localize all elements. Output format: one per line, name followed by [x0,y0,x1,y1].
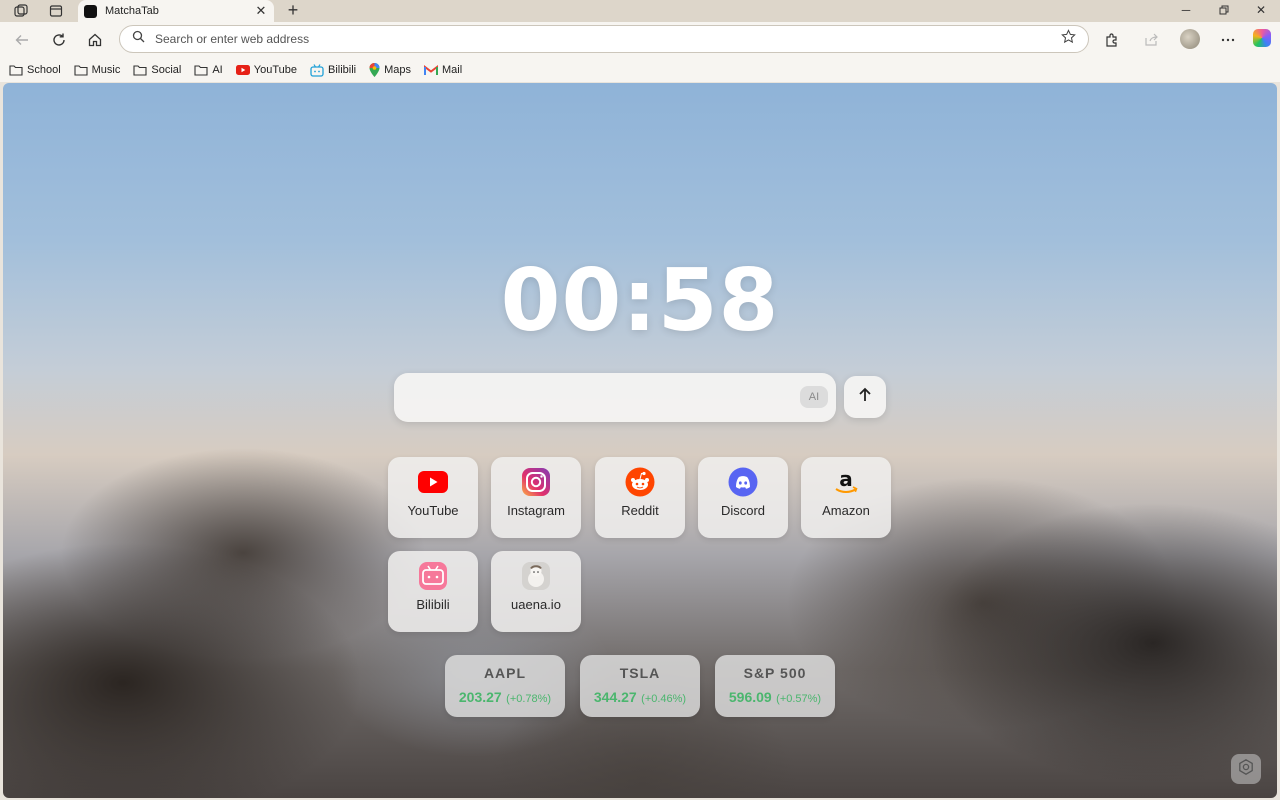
shortcut-label: YouTube [407,503,459,518]
favorite-star-icon[interactable] [1061,29,1076,49]
bookmark-label: School [27,64,61,76]
close-window-icon[interactable]: ✕ [1242,0,1280,20]
new-tab-icon[interactable]: + [284,0,302,20]
bookmark-label: Bilibili [327,64,357,76]
tab-actions-icon[interactable] [47,2,65,20]
bookmark-youtube[interactable]: YouTube [235,64,297,76]
svg-text:a: a [839,467,853,491]
search-box[interactable] [394,373,836,422]
bookmark-label: Mail [442,64,463,76]
maps-pin-icon [369,63,380,77]
folder-icon [133,64,147,76]
tab-title: MatchaTab [105,5,159,17]
address-input[interactable] [155,32,1061,46]
share-icon[interactable] [1140,28,1164,52]
bookmark-music[interactable]: Music [74,64,121,76]
stock-change: (+0.57%) [776,693,822,705]
bookmark-bilibili[interactable]: Bilibili [310,63,357,77]
search-icon [132,30,145,48]
send-button[interactable] [844,376,886,418]
bookmark-school[interactable]: School [9,64,61,76]
stock-symbol: AAPL [483,665,527,681]
folder-icon [9,64,23,76]
camera-settings-icon [1237,758,1255,781]
bookmark-label: YouTube [253,64,297,76]
back-icon[interactable] [10,28,34,52]
extensions-icon[interactable] [1100,28,1124,52]
bookmarks-bar: School Music Social AI YouTube Bilibili … [0,58,1280,82]
tab-strip: MatchaTab ✕ + ─ ✕ [0,0,1280,22]
shortcut-discord[interactable]: Discord [698,457,788,538]
bookmark-label: Music [91,64,121,76]
arrow-up-icon [857,387,873,408]
reddit-icon [625,467,655,497]
ai-toggle-button[interactable]: AI [800,386,828,408]
stock-change: (+0.78%) [506,693,552,705]
search-input[interactable] [408,385,788,410]
bilibili-icon [310,63,324,77]
shortcut-amazon[interactable]: a Amazon [801,457,891,538]
active-tab[interactable]: MatchaTab ✕ [78,0,274,22]
shortcut-label: Bilibili [416,597,450,612]
restore-icon[interactable] [1205,0,1243,20]
discord-icon [728,467,758,497]
bookmark-social[interactable]: Social [133,64,181,76]
home-icon[interactable] [83,28,107,52]
instagram-icon [521,467,551,497]
clock: 00:58 [500,251,780,351]
stock-card-aapl[interactable]: AAPL 203.27 (+0.78%) [445,655,565,717]
shortcut-label: Instagram [507,503,565,518]
shortcut-label: Amazon [822,503,870,518]
stock-price: 344.27 [593,689,637,705]
bookmark-mail[interactable]: Mail [424,64,462,76]
bookmark-ai[interactable]: AI [194,64,223,76]
stock-change: (+0.46%) [641,693,687,705]
folder-icon [194,64,208,76]
stock-quote: 203.27 (+0.78%) [445,689,565,707]
stock-card-tsla[interactable]: TSLA 344.27 (+0.46%) [580,655,700,717]
shortcut-label: Discord [720,503,766,518]
shortcut-reddit[interactable]: Reddit [595,457,685,538]
close-tab-icon[interactable]: ✕ [254,3,268,19]
bookmark-maps[interactable]: Maps [369,63,411,77]
stock-symbol: S&P 500 [743,665,807,681]
workspaces-icon[interactable] [12,2,30,20]
navigation-bar [0,22,1280,58]
profile-avatar[interactable] [1180,29,1200,49]
folder-icon [74,64,88,76]
bookmark-label: Social [151,64,182,76]
minimize-icon[interactable]: ─ [1167,0,1205,20]
newtab-page: 00:58 AI YouTube Instagram Reddit Discor… [3,83,1277,798]
stock-price: 203.27 [458,689,502,705]
youtube-icon [235,65,250,75]
uaena-icon [521,561,551,591]
gmail-icon [424,64,439,76]
shortcut-instagram[interactable]: Instagram [491,457,581,538]
stock-quote: 596.09 (+0.57%) [715,689,835,707]
youtube-icon [418,467,448,497]
bookmark-label: Maps [384,64,412,76]
stock-card-sp500[interactable]: S&P 500 596.09 (+0.57%) [715,655,835,717]
shortcut-uaena[interactable]: uaena.io [491,551,581,632]
bookmark-label: AI [212,64,223,76]
refresh-icon[interactable] [47,28,71,52]
amazon-icon: a [831,467,861,497]
address-bar[interactable] [119,25,1089,53]
shortcut-youtube[interactable]: YouTube [388,457,478,538]
copilot-icon[interactable] [1253,29,1271,47]
bilibili-icon [418,561,448,591]
stock-price: 596.09 [728,689,772,705]
shortcut-label: uaena.io [511,597,561,612]
settings-button[interactable] [1231,754,1261,784]
more-menu-icon[interactable] [1216,28,1240,52]
stock-quote: 344.27 (+0.46%) [580,689,700,707]
stock-symbol: TSLA [619,665,661,681]
matchatab-favicon-icon [84,4,97,18]
shortcut-label: Reddit [621,503,659,518]
shortcut-bilibili[interactable]: Bilibili [388,551,478,632]
